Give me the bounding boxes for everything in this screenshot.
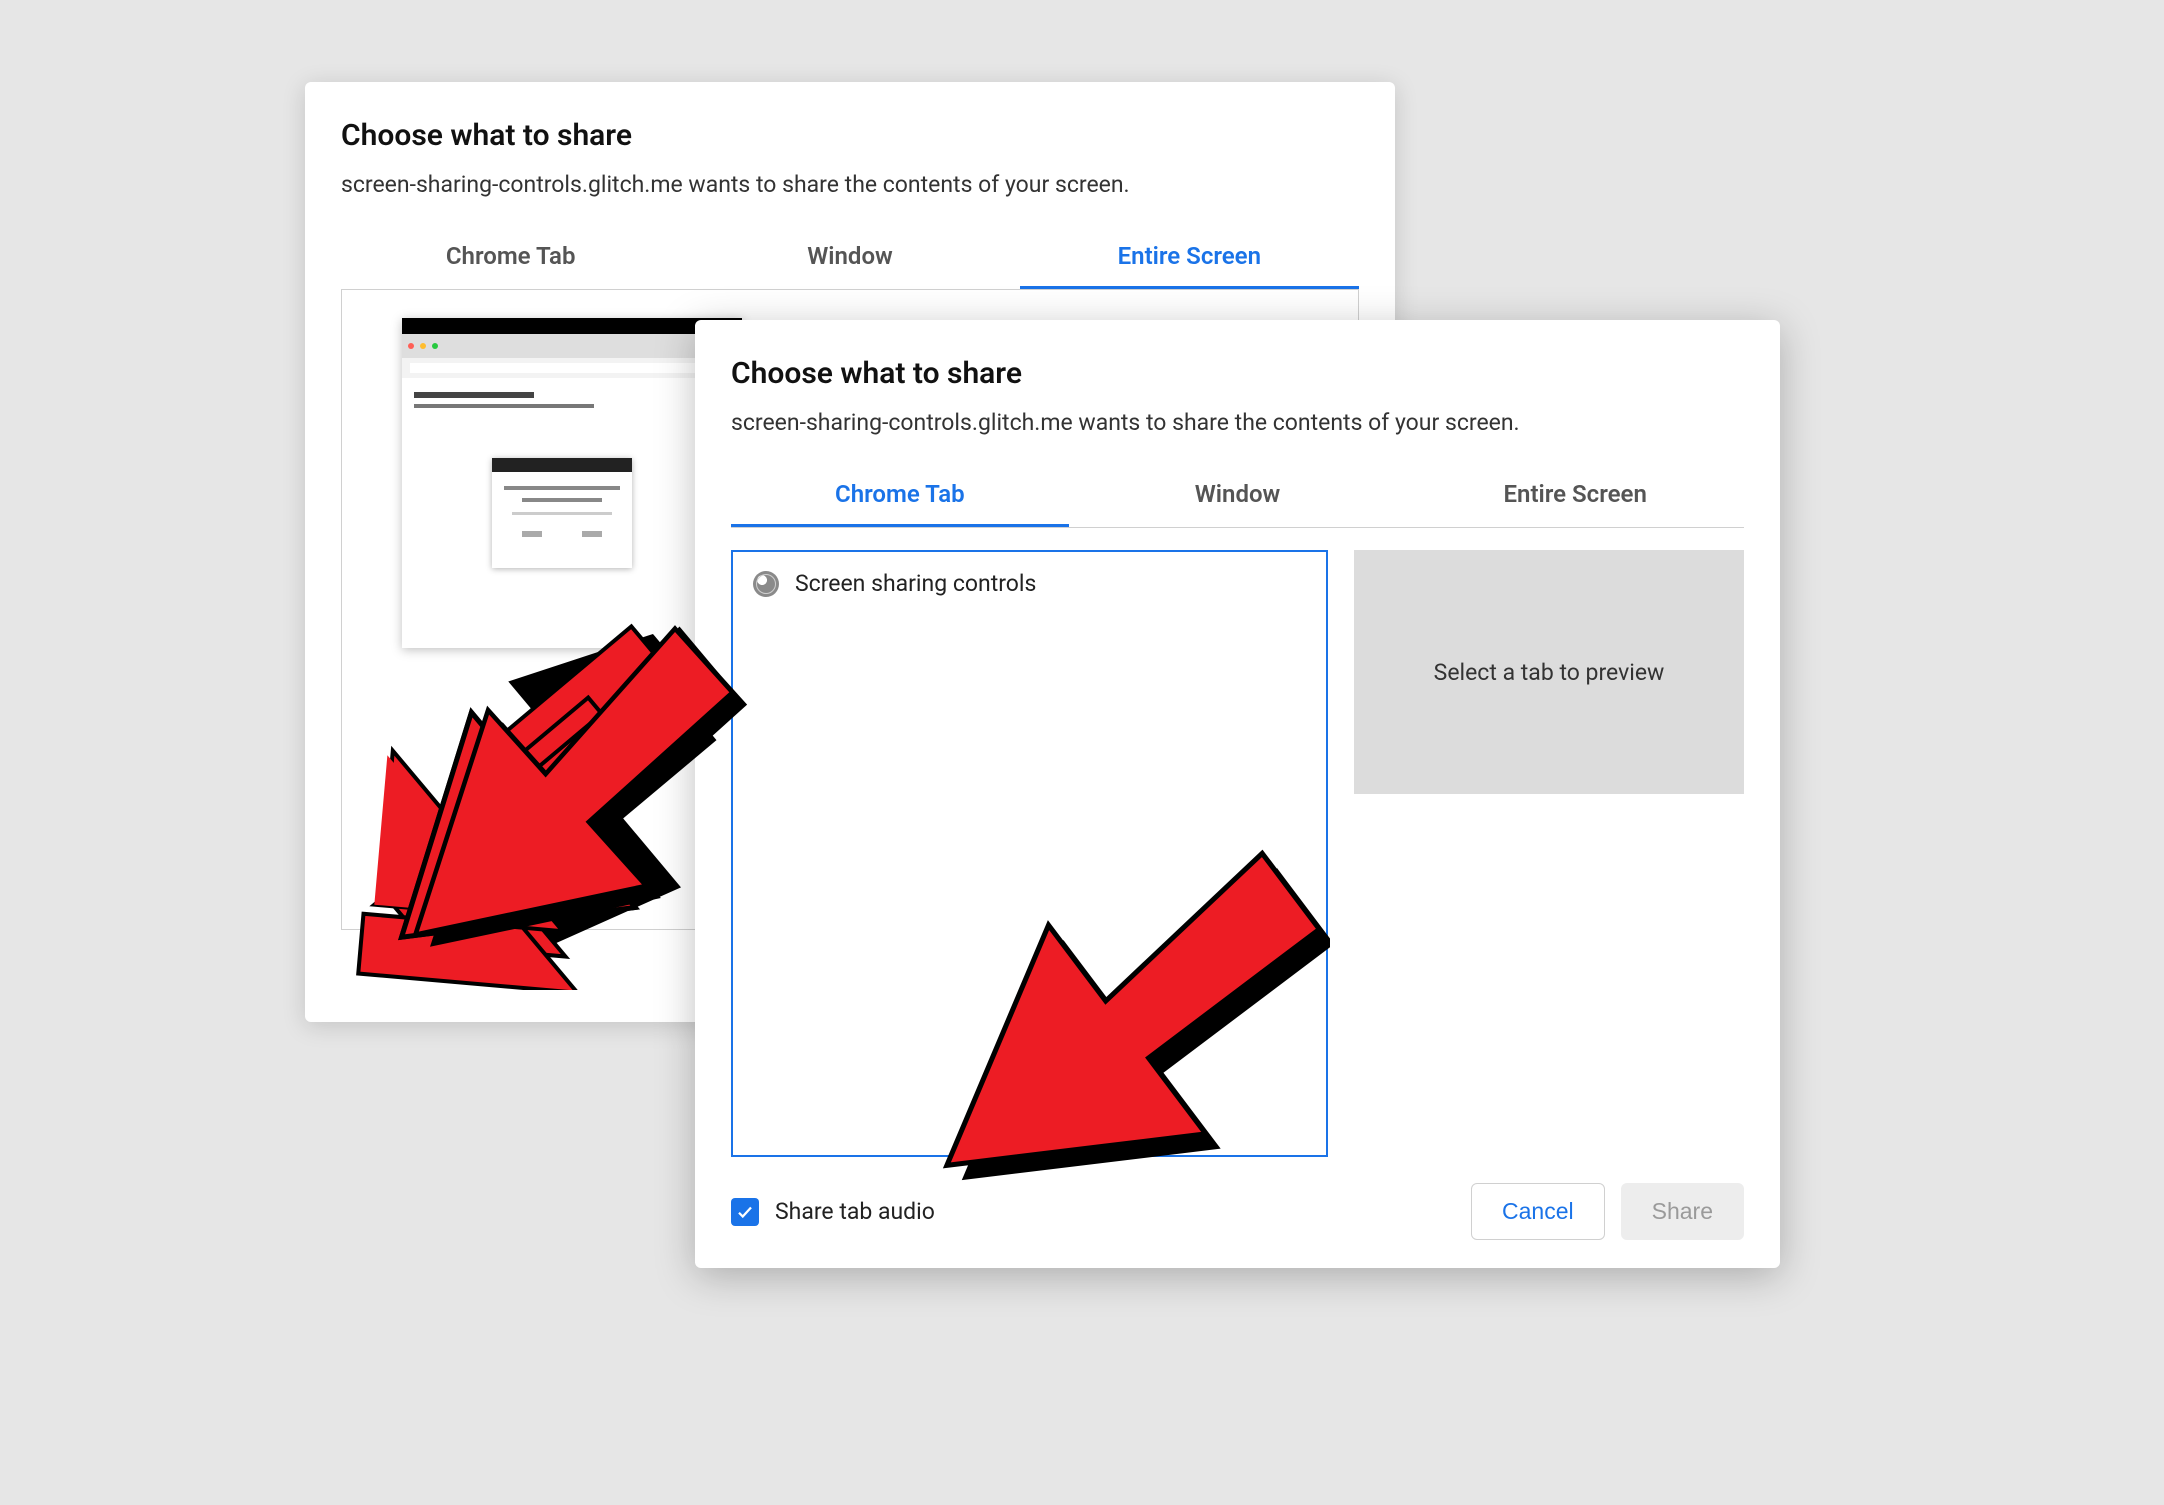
dialog-subtitle: screen-sharing-controls.glitch.me wants … bbox=[341, 171, 1359, 198]
preview-placeholder-text: Select a tab to preview bbox=[1434, 659, 1665, 686]
dialog-subtitle: screen-sharing-controls.glitch.me wants … bbox=[731, 409, 1744, 436]
tab-entire-screen[interactable]: Entire Screen bbox=[1020, 228, 1359, 289]
preview-placeholder: Select a tab to preview bbox=[1354, 550, 1744, 794]
share-tabs: Chrome Tab Window Entire Screen bbox=[341, 228, 1359, 290]
cancel-button[interactable]: Cancel bbox=[1471, 1183, 1605, 1240]
tab-chrome-tab[interactable]: Chrome Tab bbox=[731, 466, 1069, 527]
tab-window[interactable]: Window bbox=[680, 228, 1019, 289]
tab-window[interactable]: Window bbox=[1069, 466, 1407, 527]
share-button[interactable]: Share bbox=[1621, 1183, 1744, 1240]
tab-item-label: Screen sharing controls bbox=[795, 570, 1036, 597]
tab-entire-screen[interactable]: Entire Screen bbox=[1406, 466, 1744, 527]
checkbox-icon[interactable] bbox=[731, 1198, 759, 1226]
globe-icon bbox=[753, 571, 779, 597]
share-tabs: Chrome Tab Window Entire Screen bbox=[731, 466, 1744, 528]
screen-thumbnail[interactable] bbox=[402, 318, 742, 648]
share-audio-option[interactable]: Share tab audio bbox=[731, 1198, 935, 1226]
tab-list-item[interactable]: Screen sharing controls bbox=[753, 570, 1306, 597]
dialog-title: Choose what to share bbox=[731, 356, 1744, 391]
share-dialog-chrome-tab: Choose what to share screen-sharing-cont… bbox=[695, 320, 1780, 1268]
tab-list: Screen sharing controls bbox=[731, 550, 1328, 1157]
share-audio-label: Share tab audio bbox=[775, 1198, 935, 1225]
tab-chrome-tab[interactable]: Chrome Tab bbox=[341, 228, 680, 289]
dialog-title: Choose what to share bbox=[341, 118, 1359, 153]
